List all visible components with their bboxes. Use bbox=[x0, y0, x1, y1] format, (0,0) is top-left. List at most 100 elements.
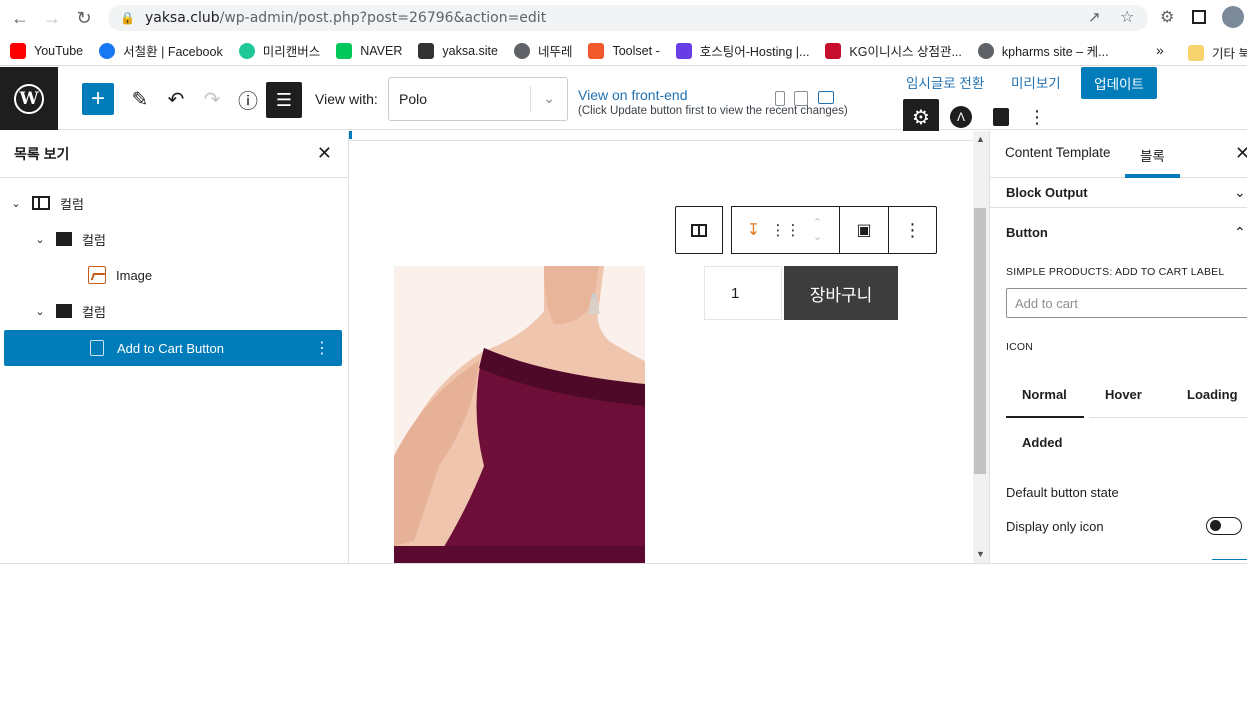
url-text: yaksa.club/wp-admin/post.php?post=26796&… bbox=[145, 10, 546, 26]
view-with-select[interactable]: Polo ⌄ bbox=[388, 77, 568, 121]
bookmark-label: kpharms site – 케... bbox=[1001, 45, 1109, 59]
wordpress-logo[interactable]: W bbox=[0, 67, 58, 130]
image-icon bbox=[88, 266, 106, 284]
list-view-header: 목록 보기 ✕ bbox=[0, 131, 348, 178]
bookmark-folder-other[interactable]: 기타 북 bbox=[1188, 43, 1247, 62]
tablet-preview-icon[interactable] bbox=[794, 91, 808, 106]
star-icon[interactable]: ☆ bbox=[1120, 7, 1134, 27]
state-tab-normal[interactable]: Normal bbox=[1006, 387, 1084, 418]
naver-icon bbox=[336, 42, 353, 59]
extensions-icon[interactable]: ⚙ bbox=[1160, 7, 1174, 27]
cart-label-field[interactable] bbox=[1006, 288, 1247, 318]
chevron-down-icon[interactable]: ⌄ bbox=[32, 305, 48, 318]
cart-label-title: SIMPLE PRODUCTS: ADD TO CART LABEL bbox=[1006, 266, 1225, 278]
editor-canvas: ↧ ⋮⋮ ⌃ ⌄ ▣ ⋮ 1 장바구니 bbox=[349, 131, 973, 563]
list-view-title: 목록 보기 bbox=[14, 146, 70, 162]
add-to-cart-button[interactable]: 장바구니 bbox=[784, 266, 898, 320]
forward-icon[interactable]: → bbox=[36, 2, 68, 34]
mobile-preview-icon[interactable] bbox=[775, 91, 785, 106]
state-tab-hover[interactable]: Hover bbox=[1105, 387, 1142, 402]
sidepanel-icon[interactable] bbox=[1192, 10, 1206, 24]
astra-icon[interactable]: Λ bbox=[949, 105, 973, 129]
preview-button[interactable]: 미리보기 bbox=[1011, 72, 1061, 92]
settings-gear-icon[interactable]: ⚙ bbox=[903, 99, 939, 135]
share-icon[interactable]: ↗ bbox=[1088, 8, 1101, 26]
more-options-icon[interactable]: ⋮ bbox=[1025, 105, 1049, 129]
redo-icon[interactable]: ↷ bbox=[196, 83, 228, 115]
cart-label-input[interactable] bbox=[1015, 295, 1247, 311]
bookmark-hostinger[interactable]: 호스팅어-Hosting |... bbox=[675, 41, 809, 60]
select-parent-button[interactable] bbox=[676, 207, 722, 253]
bookmark-facebook[interactable]: 서철환 | Facebook bbox=[99, 41, 223, 60]
scrollbar-thumb[interactable] bbox=[974, 208, 986, 474]
scroll-down-icon[interactable]: ▼ bbox=[976, 549, 985, 559]
back-icon[interactable]: ← bbox=[4, 2, 36, 34]
details-info-icon[interactable]: ⓘ bbox=[232, 83, 264, 115]
state-tab-added[interactable]: Added bbox=[1022, 435, 1062, 450]
bookmark-label: 서철환 | Facebook bbox=[123, 45, 223, 59]
bookmark-netture[interactable]: 네뚜레 bbox=[513, 41, 572, 60]
url-field[interactable]: 🔒 yaksa.club/wp-admin/post.php?post=2679… bbox=[108, 5, 1148, 31]
reload-icon[interactable]: ↻ bbox=[68, 2, 100, 34]
bookmark-label: yaksa.site bbox=[442, 43, 498, 58]
display-only-icon-toggle[interactable] bbox=[1206, 517, 1242, 535]
bookmark-yaksa-site[interactable]: yaksa.site bbox=[418, 42, 498, 59]
block-inserter-button[interactable]: + bbox=[82, 83, 114, 115]
list-item-label: 컬럼 bbox=[82, 232, 106, 248]
cart-block-icon[interactable]: ↧ bbox=[734, 207, 774, 253]
toolbar-gap bbox=[723, 206, 731, 254]
plugin-icon[interactable] bbox=[989, 105, 1013, 129]
list-view-toggle-button[interactable]: ☰ bbox=[266, 82, 302, 118]
undo-icon[interactable]: ↶ bbox=[160, 83, 192, 115]
list-item[interactable]: ⌄ 컬럼 bbox=[8, 185, 84, 221]
columns-icon bbox=[32, 196, 50, 210]
url-path: /wp-admin/post.php?post=26796&action=edi… bbox=[219, 10, 547, 26]
chevron-down-icon[interactable]: ⌄ bbox=[32, 233, 48, 246]
block-options-icon[interactable]: ⋮ bbox=[314, 338, 330, 358]
button-section-header[interactable]: Button ⌃ bbox=[990, 217, 1247, 247]
update-button[interactable]: 업데이트 bbox=[1081, 67, 1157, 99]
toolset-icon bbox=[588, 42, 605, 59]
switch-to-draft-button[interactable]: 임시글로 전환 bbox=[906, 72, 984, 92]
close-icon[interactable]: ✕ bbox=[1235, 143, 1247, 164]
block-toolbar: ↧ ⋮⋮ ⌃ ⌄ ▣ ⋮ bbox=[675, 206, 937, 254]
globe-icon bbox=[513, 42, 530, 59]
bookmark-toolset[interactable]: Toolset - bbox=[588, 42, 660, 59]
product-image[interactable] bbox=[394, 266, 645, 563]
close-icon[interactable]: ✕ bbox=[317, 143, 332, 164]
move-up-icon[interactable]: ⌃ bbox=[813, 216, 822, 230]
block-output-section[interactable]: Block Output ⌄ bbox=[990, 178, 1247, 208]
bookmark-youtube[interactable]: YouTube bbox=[10, 42, 83, 59]
bookmark-kginicis[interactable]: KG이니시스 상점관... bbox=[825, 41, 962, 60]
desktop-preview-icon[interactable] bbox=[818, 91, 834, 104]
edit-pencil-icon[interactable]: ✎ bbox=[124, 83, 156, 115]
bookmark-miricanvas[interactable]: 미리캔버스 bbox=[238, 41, 320, 60]
list-item[interactable]: Image bbox=[88, 257, 152, 293]
list-item-selected[interactable]: Add to Cart Button ⋮ bbox=[4, 330, 342, 366]
profile-avatar[interactable] bbox=[1222, 6, 1244, 28]
sidebar-tabs: Content Template 블록 ✕ bbox=[990, 131, 1247, 178]
canvas-scrollbar[interactable]: ▲ ▼ bbox=[973, 131, 989, 563]
tab-content-template[interactable]: Content Template bbox=[1005, 145, 1111, 160]
toggle-knob bbox=[1210, 520, 1221, 531]
settings-sidebar: Content Template 블록 ✕ Block Output ⌄ But… bbox=[989, 131, 1247, 563]
quantity-input[interactable]: 1 bbox=[704, 266, 782, 320]
bookmarks-more-button[interactable]: » bbox=[1156, 42, 1164, 58]
scroll-up-icon[interactable]: ▲ bbox=[976, 134, 985, 144]
move-arrows: ⌃ ⌄ bbox=[798, 207, 838, 253]
list-item[interactable]: ⌄ 컬럼 bbox=[32, 293, 106, 329]
bookmark-naver[interactable]: NAVER bbox=[336, 42, 402, 59]
miricanvas-icon bbox=[238, 42, 255, 59]
column-icon bbox=[56, 232, 72, 246]
view-front-end-link[interactable]: View on front-end bbox=[578, 87, 687, 103]
list-item[interactable]: ⌄ 컬럼 bbox=[32, 221, 106, 257]
chevron-down-icon[interactable]: ⌄ bbox=[8, 197, 24, 210]
state-tab-loading[interactable]: Loading bbox=[1187, 387, 1238, 402]
bookmark-kpharms[interactable]: kpharms site – 케... bbox=[977, 41, 1109, 60]
align-center-icon[interactable]: ▣ bbox=[840, 207, 888, 253]
tab-block[interactable]: 블록 bbox=[1125, 145, 1180, 178]
more-options-icon[interactable]: ⋮ bbox=[889, 207, 936, 253]
move-down-icon[interactable]: ⌄ bbox=[813, 230, 822, 244]
drag-handle-icon[interactable]: ⋮⋮ bbox=[771, 207, 801, 253]
url-host: yaksa.club bbox=[144, 10, 220, 26]
